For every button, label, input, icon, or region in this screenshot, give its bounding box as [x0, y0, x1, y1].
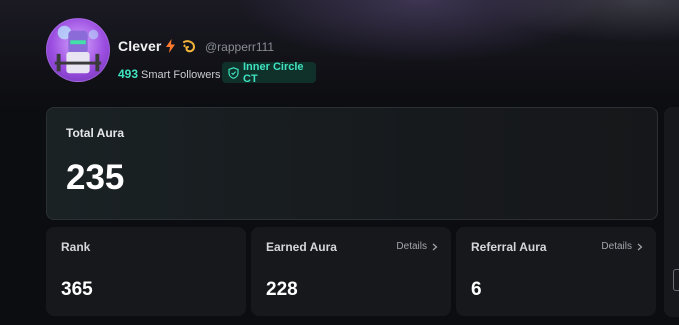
- total-aura-value: 235: [66, 158, 125, 197]
- rank-label: Rank: [61, 240, 91, 254]
- avatar-image: [54, 25, 102, 74]
- smart-followers: 493 Smart Followers: [118, 67, 221, 81]
- followers-count: 493: [118, 67, 139, 81]
- followers-label: Smart Followers: [141, 69, 221, 81]
- user-handle[interactable]: @rapperr111: [205, 40, 274, 54]
- swirl-icon: [183, 40, 196, 53]
- earned-aura-card: Earned Aura Details 228: [251, 227, 451, 316]
- scroll-handle-icon[interactable]: [673, 269, 679, 291]
- chevron-right-icon: [637, 243, 643, 250]
- shield-icon: [228, 66, 239, 79]
- referral-aura-label: Referral Aura: [471, 240, 547, 254]
- rank-card: Rank 365: [46, 227, 246, 316]
- lightning-icon: [166, 39, 175, 53]
- referral-aura-value: 6: [471, 279, 482, 300]
- details-label: Details: [396, 241, 427, 252]
- earned-aura-label: Earned Aura: [266, 240, 337, 254]
- earned-aura-value: 228: [266, 279, 298, 300]
- rank-value: 365: [61, 279, 93, 300]
- avatar[interactable]: [46, 18, 110, 82]
- total-aura-card: Total Aura 235: [46, 107, 658, 220]
- referral-aura-card: Referral Aura Details 6: [456, 227, 656, 316]
- display-name: Clever: [118, 38, 162, 54]
- details-label: Details: [601, 241, 632, 252]
- earned-details-link[interactable]: Details: [396, 241, 438, 252]
- referral-details-link[interactable]: Details: [601, 241, 643, 252]
- badge-label: Inner Circle CT: [243, 60, 304, 85]
- inner-circle-badge[interactable]: Inner Circle CT: [222, 60, 316, 85]
- total-aura-label: Total Aura: [66, 126, 125, 140]
- chevron-right-icon: [432, 243, 438, 250]
